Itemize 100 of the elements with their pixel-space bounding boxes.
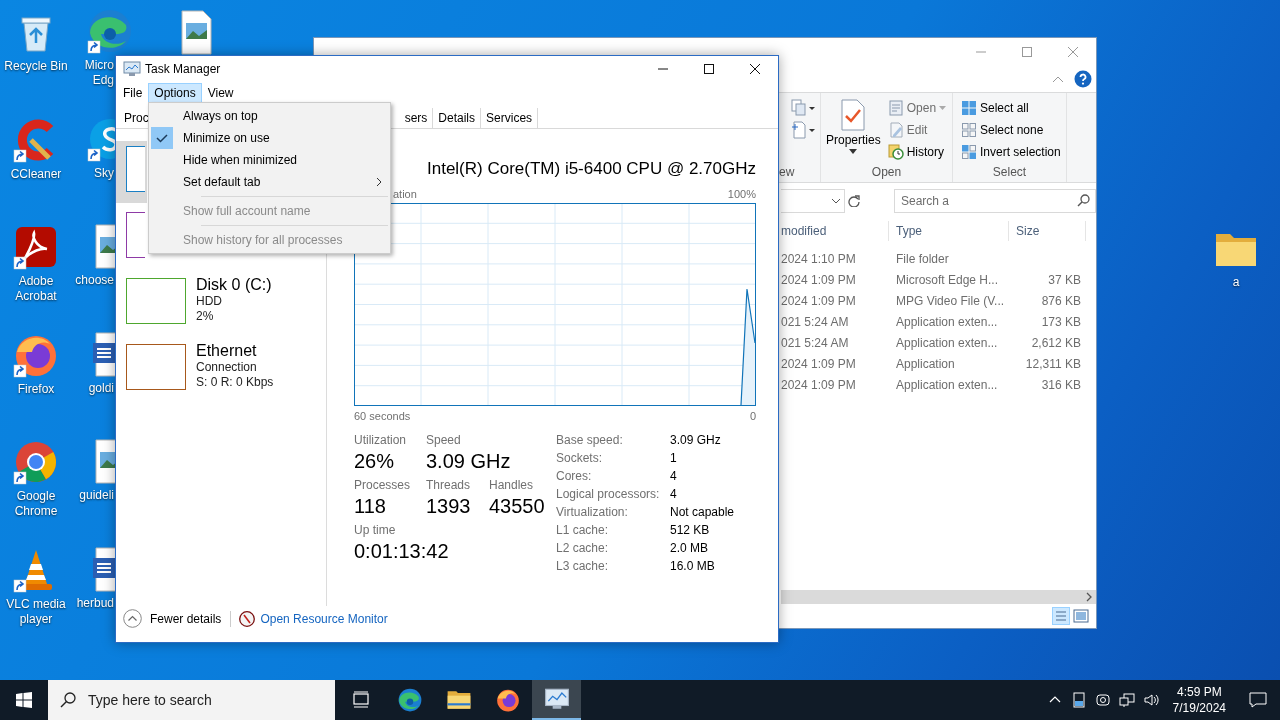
column-header[interactable]: Type	[889, 221, 1009, 241]
stat-label: Utilization	[354, 433, 407, 448]
graph-max-label: 100%	[727, 187, 756, 201]
search-field[interactable]: Search a	[894, 189, 1096, 213]
icon-label[interactable]: Firefox	[17, 382, 55, 397]
select-none-button[interactable]: Select none	[959, 119, 1063, 141]
resource-item[interactable]: Disk 0 (C:) HDD 2%	[116, 273, 326, 335]
network-icon[interactable]	[1118, 692, 1135, 708]
properties-icon	[840, 99, 867, 131]
open-icon	[887, 100, 904, 116]
thumbnail-view-icon[interactable]	[1072, 607, 1090, 625]
taskbar-search-field[interactable]: Type here to search	[48, 680, 335, 720]
grid-squares-icon	[961, 144, 977, 160]
detail-value: Not capable	[670, 504, 735, 521]
gauge-icon	[239, 610, 256, 627]
task-view-icon[interactable]	[351, 691, 370, 709]
horizontal-scrollbar[interactable]	[781, 590, 1096, 604]
help-icon[interactable]	[1074, 70, 1092, 88]
tab[interactable]: Details	[433, 108, 482, 128]
icon-label[interactable]: Google Chrome	[0, 489, 72, 519]
axis-label: 60 seconds	[354, 409, 411, 423]
icon-label[interactable]: goldi	[74, 381, 114, 396]
menu-item[interactable]: Minimize on use	[149, 127, 390, 149]
resource-detail: HDD	[196, 294, 223, 309]
select-invert-button[interactable]: Invert selection	[959, 141, 1063, 163]
column-header[interactable]: modified	[781, 221, 889, 241]
axis-label: 0	[749, 409, 756, 423]
detail-label: L2 cache:	[556, 540, 610, 557]
easy-access-button[interactable]	[789, 119, 817, 141]
icon-label[interactable]: Sky	[74, 166, 114, 181]
window-title: Task Manager	[145, 61, 221, 78]
icon-label[interactable]: Recycle Bin	[4, 59, 68, 74]
stat-label: Speed	[426, 433, 461, 448]
select-all-button[interactable]: Select all	[959, 97, 1063, 119]
detail-value: 4	[670, 468, 678, 485]
tab[interactable]: Services	[481, 108, 539, 128]
tab[interactable]: sers	[399, 108, 434, 128]
history-button[interactable]: History	[885, 141, 949, 163]
menu-item[interactable]: View	[201, 82, 240, 103]
date-cell: 2024 1:09 PM	[781, 378, 856, 392]
menu-item[interactable]: Options	[148, 82, 202, 103]
size-cell: 876 KB	[1041, 294, 1081, 308]
chevron-right-icon	[376, 177, 382, 187]
group-label: ew	[779, 164, 796, 180]
icon-label[interactable]: Adobe Acrobat	[0, 274, 72, 304]
detail-label: Virtualization:	[556, 504, 629, 521]
caret-icon	[849, 149, 858, 154]
menu-item[interactable]: Set default tab	[149, 171, 390, 193]
date-cell: 2024 1:09 PM	[781, 357, 856, 371]
stat-value: 1393	[426, 494, 471, 519]
icon-label[interactable]: a	[1232, 275, 1240, 290]
grid-squares-icon	[961, 100, 977, 116]
browser-icon[interactable]	[86, 7, 134, 55]
date-cell: 021 5:24 AM	[781, 315, 849, 329]
stat-value: 118	[354, 494, 386, 519]
browser-icon[interactable]	[396, 687, 423, 713]
graph-label: ation	[393, 187, 417, 201]
icon-label[interactable]: herbud	[74, 596, 114, 611]
collapse-ribbon-icon[interactable]	[1052, 75, 1064, 83]
icon-label[interactable]: choose	[74, 273, 114, 288]
monitor-chart-icon[interactable]	[543, 686, 570, 712]
grid-squares-icon	[961, 122, 977, 138]
windows-logo-icon	[16, 692, 32, 708]
page-icon	[791, 121, 815, 139]
speaker-icon[interactable]	[1142, 692, 1159, 708]
chevron-up-circle-icon	[123, 609, 142, 628]
task-manager-button[interactable]	[532, 680, 581, 720]
size-cell: 173 KB	[1041, 315, 1081, 329]
menu-item[interactable]: File	[117, 82, 149, 103]
date-cell: 2024 1:09 PM	[781, 273, 856, 287]
resource-item[interactable]: Ethernet Connection S: 0 R: 0 Kbps	[116, 339, 326, 401]
close-icon[interactable]	[749, 64, 761, 74]
task-manager-icon	[123, 61, 141, 77]
resource-monitor-link[interactable]: Open Resource Monitor	[239, 609, 388, 628]
stacked-pages-icon	[791, 99, 815, 117]
resource-reading: S: 0 R: 0 Kbps	[196, 375, 274, 390]
column-header[interactable]: Size	[1009, 221, 1086, 241]
device-icon[interactable]	[1070, 692, 1087, 708]
type-cell: Microsoft Edge H...	[896, 273, 999, 287]
resource-item[interactable]	[116, 141, 147, 203]
speech-bubble-icon	[1249, 692, 1267, 708]
chevron-down-icon	[830, 198, 841, 204]
maximize-icon[interactable]	[703, 64, 715, 74]
icon-label[interactable]: VLC media player	[0, 597, 72, 627]
menu-item[interactable]: Hide when minimized	[149, 149, 390, 171]
icon-label[interactable]: Micro Edg	[74, 58, 114, 88]
browser-icon[interactable]	[494, 687, 521, 713]
stat-label: Handles	[489, 478, 534, 493]
stat-value: 3.09 GHz	[426, 449, 511, 474]
search-icon[interactable]	[60, 692, 76, 708]
icon-label[interactable]: guideli	[74, 488, 114, 503]
camera-icon[interactable]	[1094, 692, 1111, 708]
resource-reading: 2%	[196, 309, 215, 324]
icon-label[interactable]: CCleaner	[10, 167, 62, 182]
resource-name: Ethernet	[196, 342, 258, 360]
properties-button[interactable]: Properties	[825, 97, 882, 164]
search-icon[interactable]	[1077, 194, 1090, 207]
clock[interactable]: 4:59 PM 7/19/2024	[1162, 684, 1236, 716]
fewer-details-button[interactable]: Fewer details	[123, 609, 222, 628]
type-cell: File folder	[896, 252, 949, 266]
